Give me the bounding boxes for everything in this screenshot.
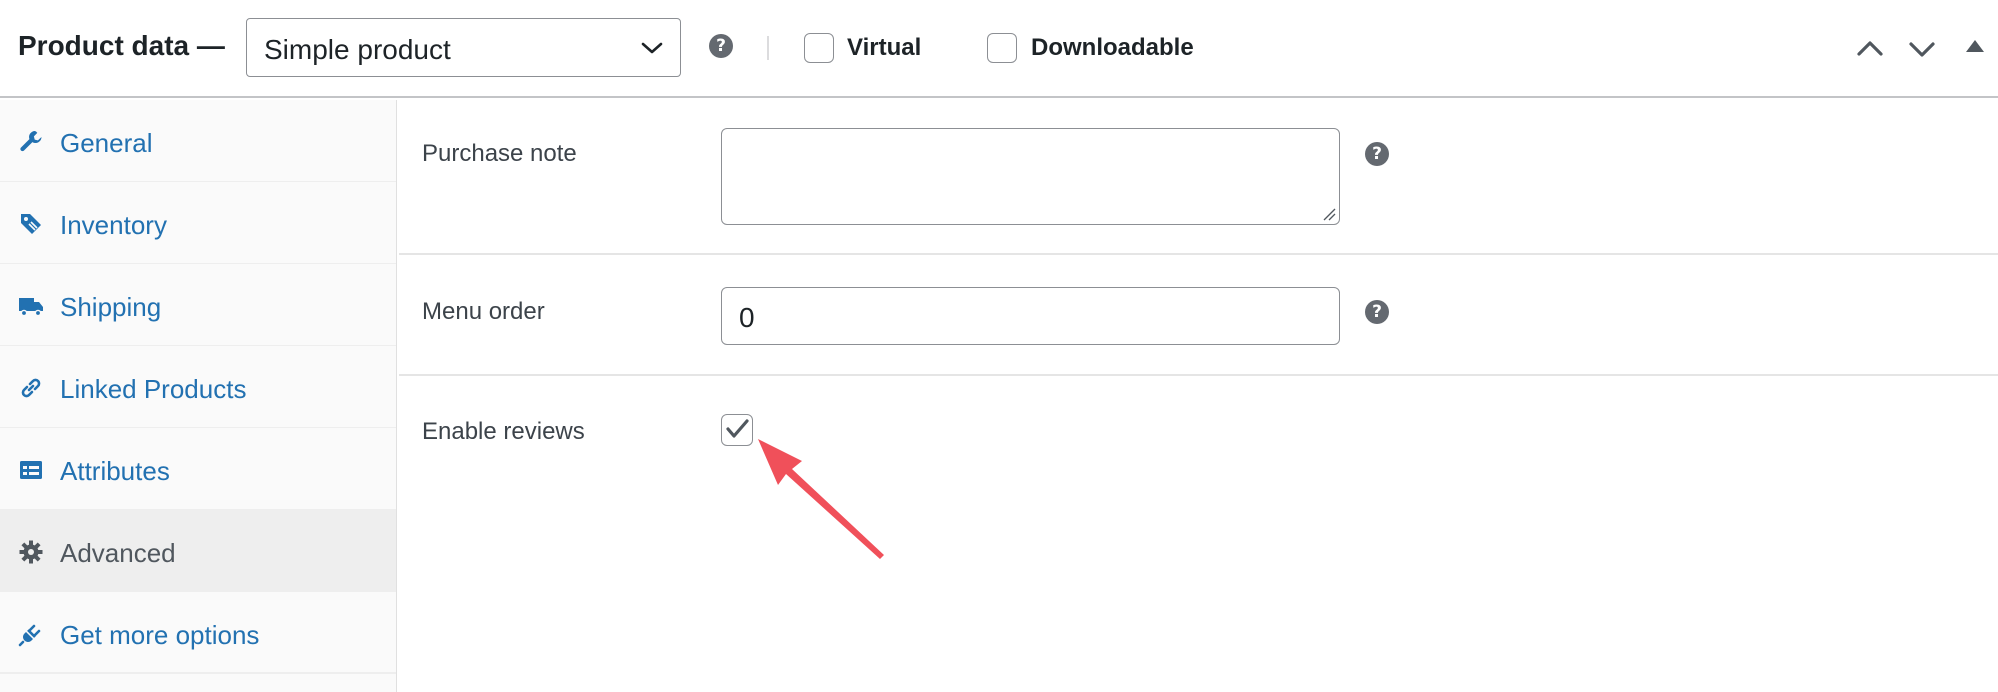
tab-shipping[interactable]: Shipping	[0, 264, 396, 346]
tab-attributes[interactable]: Attributes	[0, 428, 396, 510]
tag-icon	[21, 214, 41, 234]
tab-advanced[interactable]: Advanced	[0, 510, 396, 592]
link-icon	[21, 378, 41, 398]
downloadable-label[interactable]: Downloadable	[1031, 34, 1194, 62]
plugin-icon	[18, 624, 41, 647]
downloadable-checkbox[interactable]	[987, 33, 1017, 63]
tab-inventory-label: Inventory	[60, 210, 167, 240]
advanced-options-panel: Purchase note ? Menu order 0 ? Enable re…	[399, 100, 1998, 692]
tab-linked-products[interactable]: Linked Products	[0, 346, 396, 428]
triangle-toggle-icon[interactable]	[1960, 34, 1990, 64]
annotation-arrow-icon	[758, 439, 884, 559]
product-type-help-icon[interactable]: ?	[709, 34, 733, 58]
tab-attributes-label: Attributes	[60, 456, 170, 486]
row-divider	[399, 374, 1998, 376]
menu-order-help-icon[interactable]: ?	[1365, 300, 1389, 324]
wrench-icon	[20, 131, 42, 152]
virtual-checkbox[interactable]	[804, 33, 834, 63]
product-type-select[interactable]: Simple product	[246, 18, 681, 77]
tab-general-label: General	[60, 128, 153, 158]
tab-get-more-options[interactable]: Get more options	[0, 592, 396, 674]
tab-shipping-label: Shipping	[60, 292, 162, 322]
menu-order-value: 0	[739, 302, 755, 333]
truck-icon	[19, 298, 43, 317]
checkmark-icon	[726, 419, 749, 438]
chevron-down-icon[interactable]	[1907, 34, 1937, 64]
tab-advanced-label: Advanced	[60, 538, 176, 568]
tab-general[interactable]: General	[0, 100, 396, 182]
purchase-note-textarea[interactable]	[721, 128, 1340, 225]
purchase-note-help-icon[interactable]: ?	[1365, 142, 1389, 166]
tab-inventory[interactable]: Inventory	[0, 182, 396, 264]
sidebar-divider	[0, 672, 396, 674]
product-data-header: Product data — Simple product ? Virtual …	[0, 0, 1998, 98]
gear-icon	[19, 540, 43, 564]
header-divider	[767, 36, 769, 60]
enable-reviews-checkbox[interactable]	[721, 414, 753, 446]
enable-reviews-label: Enable reviews	[422, 418, 585, 445]
menu-order-label: Menu order	[422, 298, 545, 325]
chevron-down-icon	[641, 42, 663, 54]
menu-order-input[interactable]: 0	[721, 287, 1340, 345]
product-data-tabs: General Inventory Shipping Linked Produc…	[0, 100, 397, 692]
product-type-value: Simple product	[264, 34, 451, 65]
purchase-note-label: Purchase note	[422, 140, 577, 167]
row-divider	[399, 253, 1998, 255]
resize-grip-icon[interactable]	[1322, 207, 1336, 221]
list-card-icon	[20, 461, 42, 479]
virtual-label[interactable]: Virtual	[847, 34, 921, 62]
product-data-title: Product data —	[18, 30, 225, 61]
tab-linked-products-label: Linked Products	[60, 374, 247, 404]
tab-get-more-options-label: Get more options	[60, 620, 260, 650]
chevron-up-icon[interactable]	[1855, 34, 1885, 64]
